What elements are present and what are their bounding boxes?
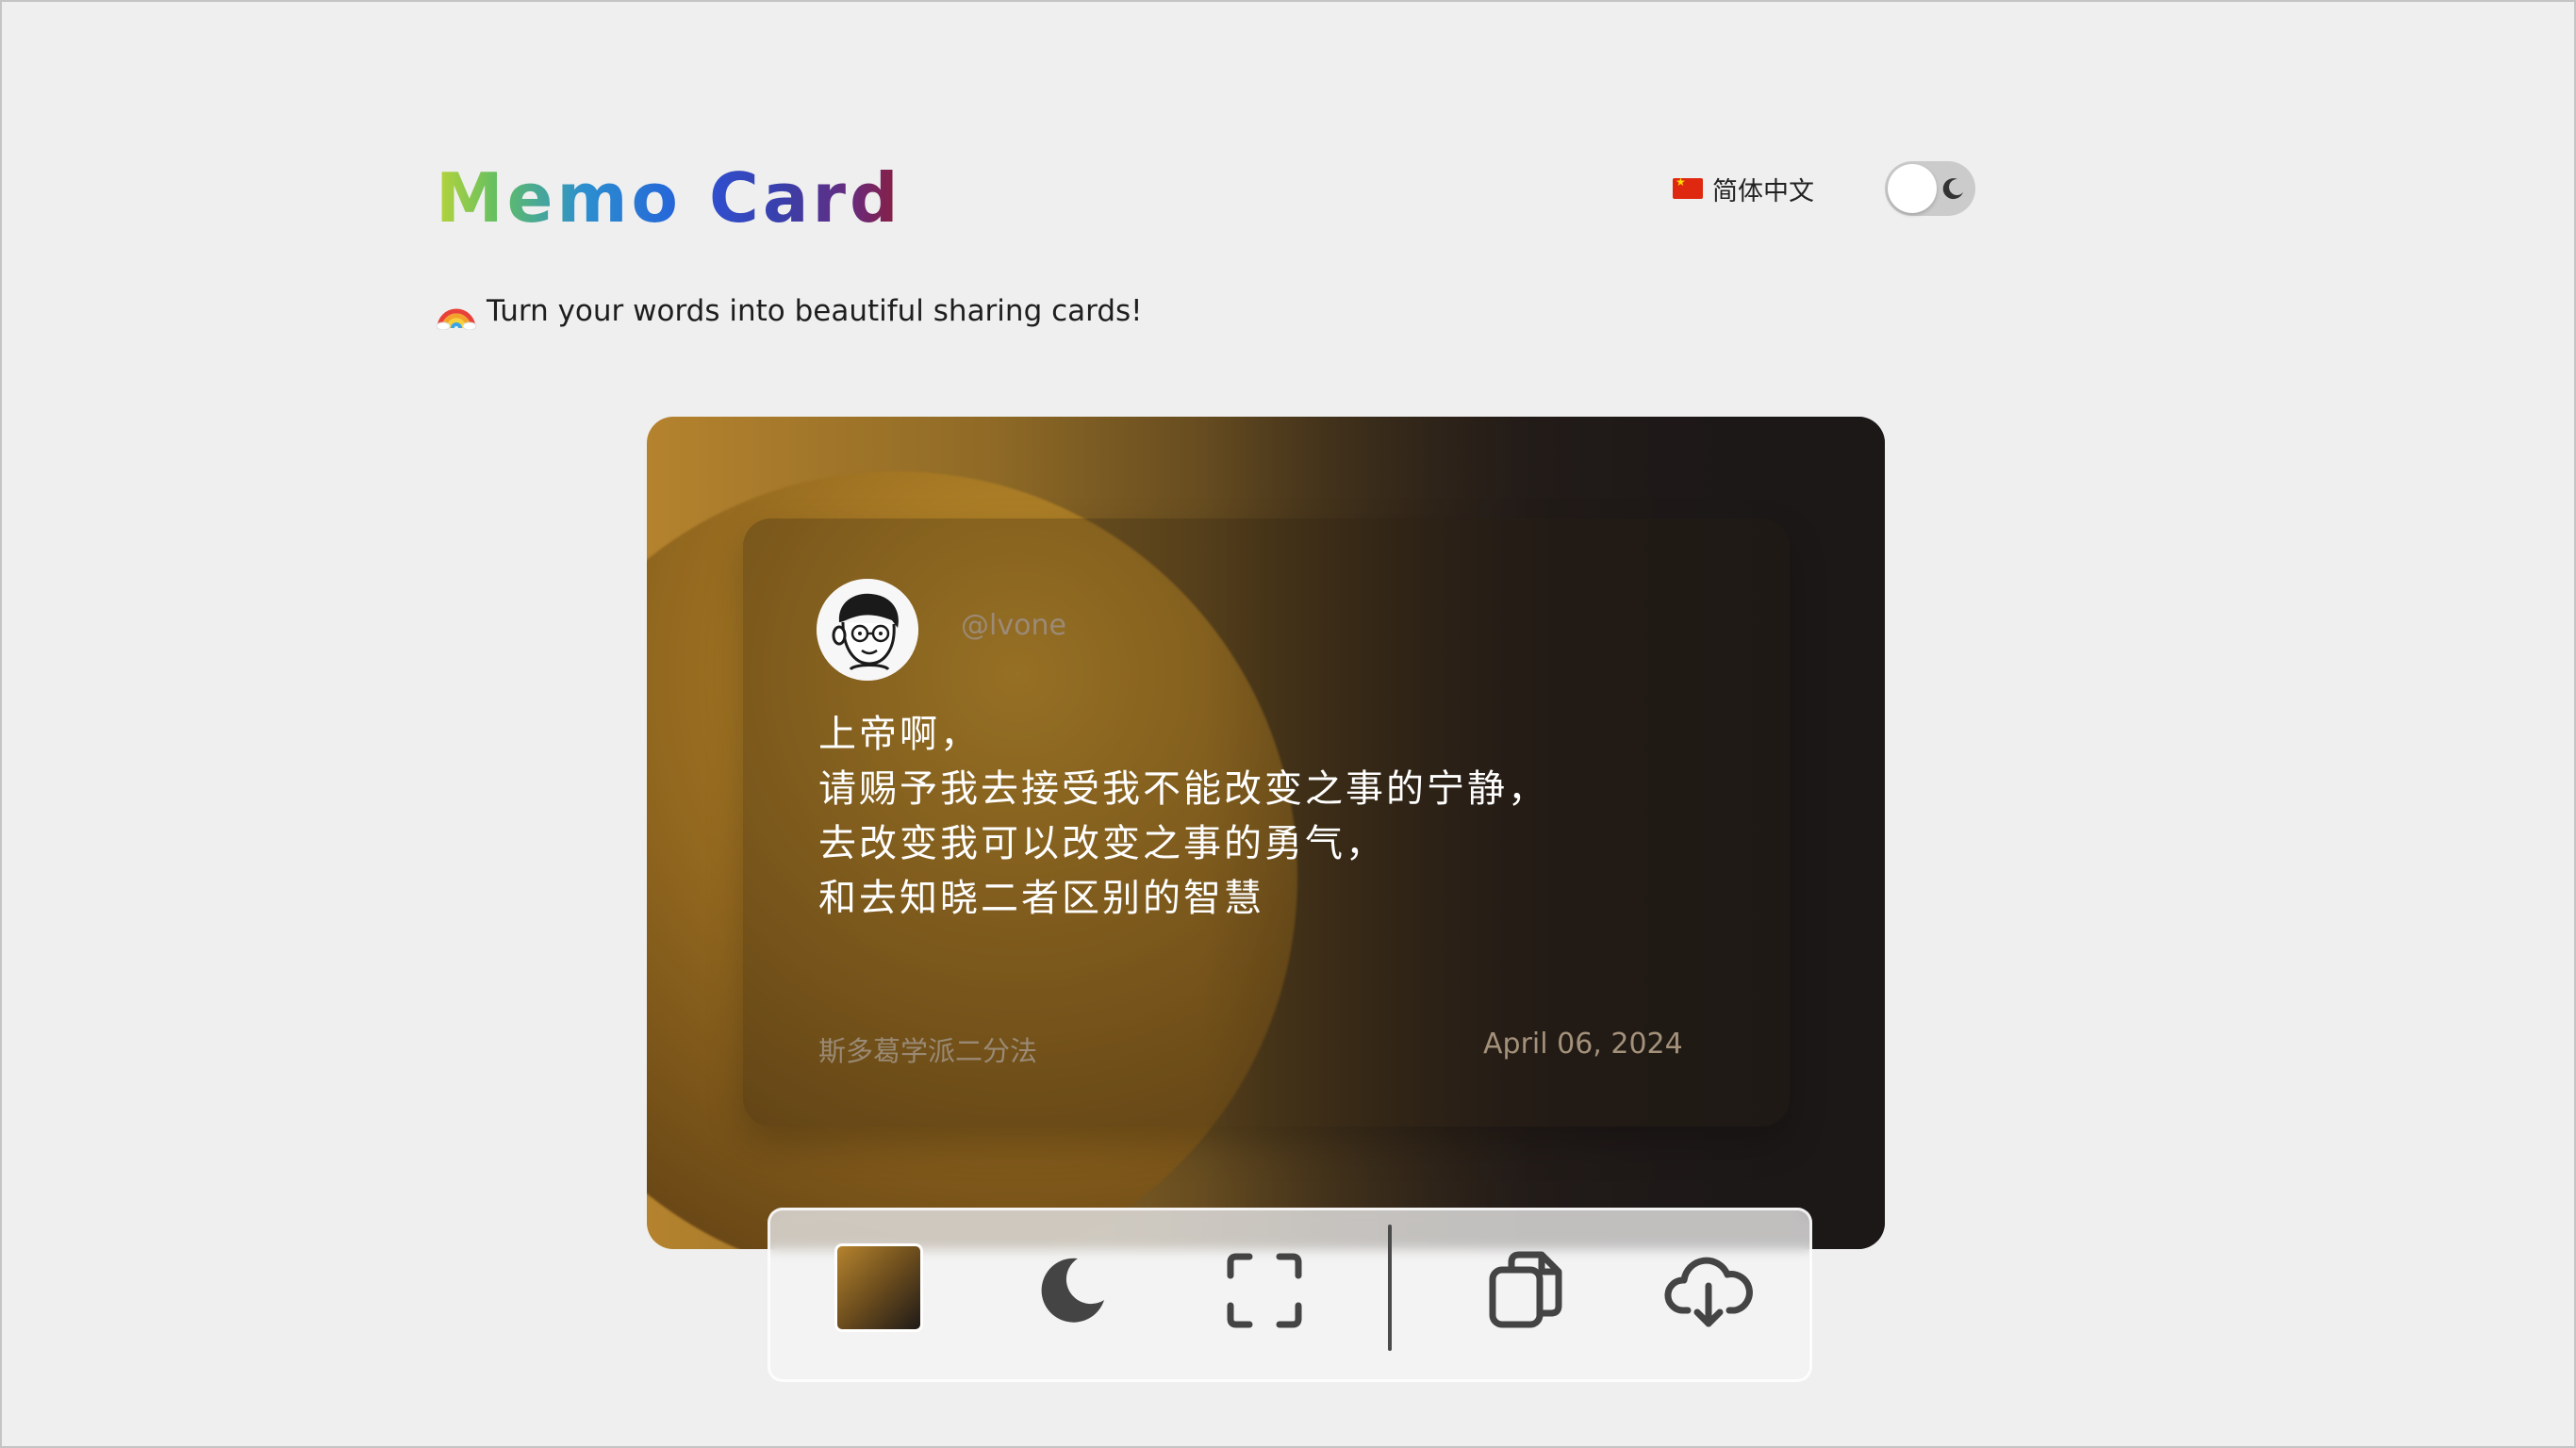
quote-line: 请赐予我去接受我不能改变之事的宁静， [818,767,1548,811]
avatar-illustration [817,579,918,681]
quote-line: 上帝啊， [818,713,981,756]
moon-icon [1942,178,1963,200]
dark-mode-button[interactable] [1030,1248,1115,1333]
app-title-memo: Memo [436,158,682,238]
avatar [817,579,918,681]
subtitle: Turn your words into beautiful sharing c… [436,290,1143,332]
theme-toggle[interactable] [1885,161,1975,216]
user-handle: @lvone [961,609,1066,642]
quote-line: 去改变我可以改变之事的勇气， [818,822,1386,865]
toggle-knob [1888,164,1937,213]
language-selector[interactable]: 简体中文 [1673,168,1814,209]
toolbar-divider [1388,1225,1392,1351]
fullscreen-button[interactable] [1220,1246,1309,1335]
copy-button[interactable] [1482,1244,1573,1335]
app-title-card: Card [709,158,902,238]
download-button[interactable] [1661,1248,1756,1333]
card-date: April 06, 2024 [1483,1028,1683,1061]
quote-line: 和去知晓二者区别的智慧 [818,877,1264,920]
copy-icon [1489,1251,1562,1328]
subtitle-text: Turn your words into beautiful sharing c… [487,294,1143,328]
download-cloud-icon [1664,1257,1753,1327]
fullscreen-icon [1227,1253,1302,1328]
card-quote: 上帝啊， 请赐予我去接受我不能改变之事的宁静， 去改变我可以改变之事的勇气， 和… [818,707,1667,926]
app-title: Memo Card [436,151,902,245]
language-label: 简体中文 [1712,176,1814,206]
card-source: 斯多葛学派二分法 [818,1035,1038,1067]
rainbow-icon [436,308,477,330]
moon-icon [1041,1258,1104,1323]
china-flag-icon [1673,175,1703,199]
color-swatch-button[interactable] [834,1243,923,1332]
